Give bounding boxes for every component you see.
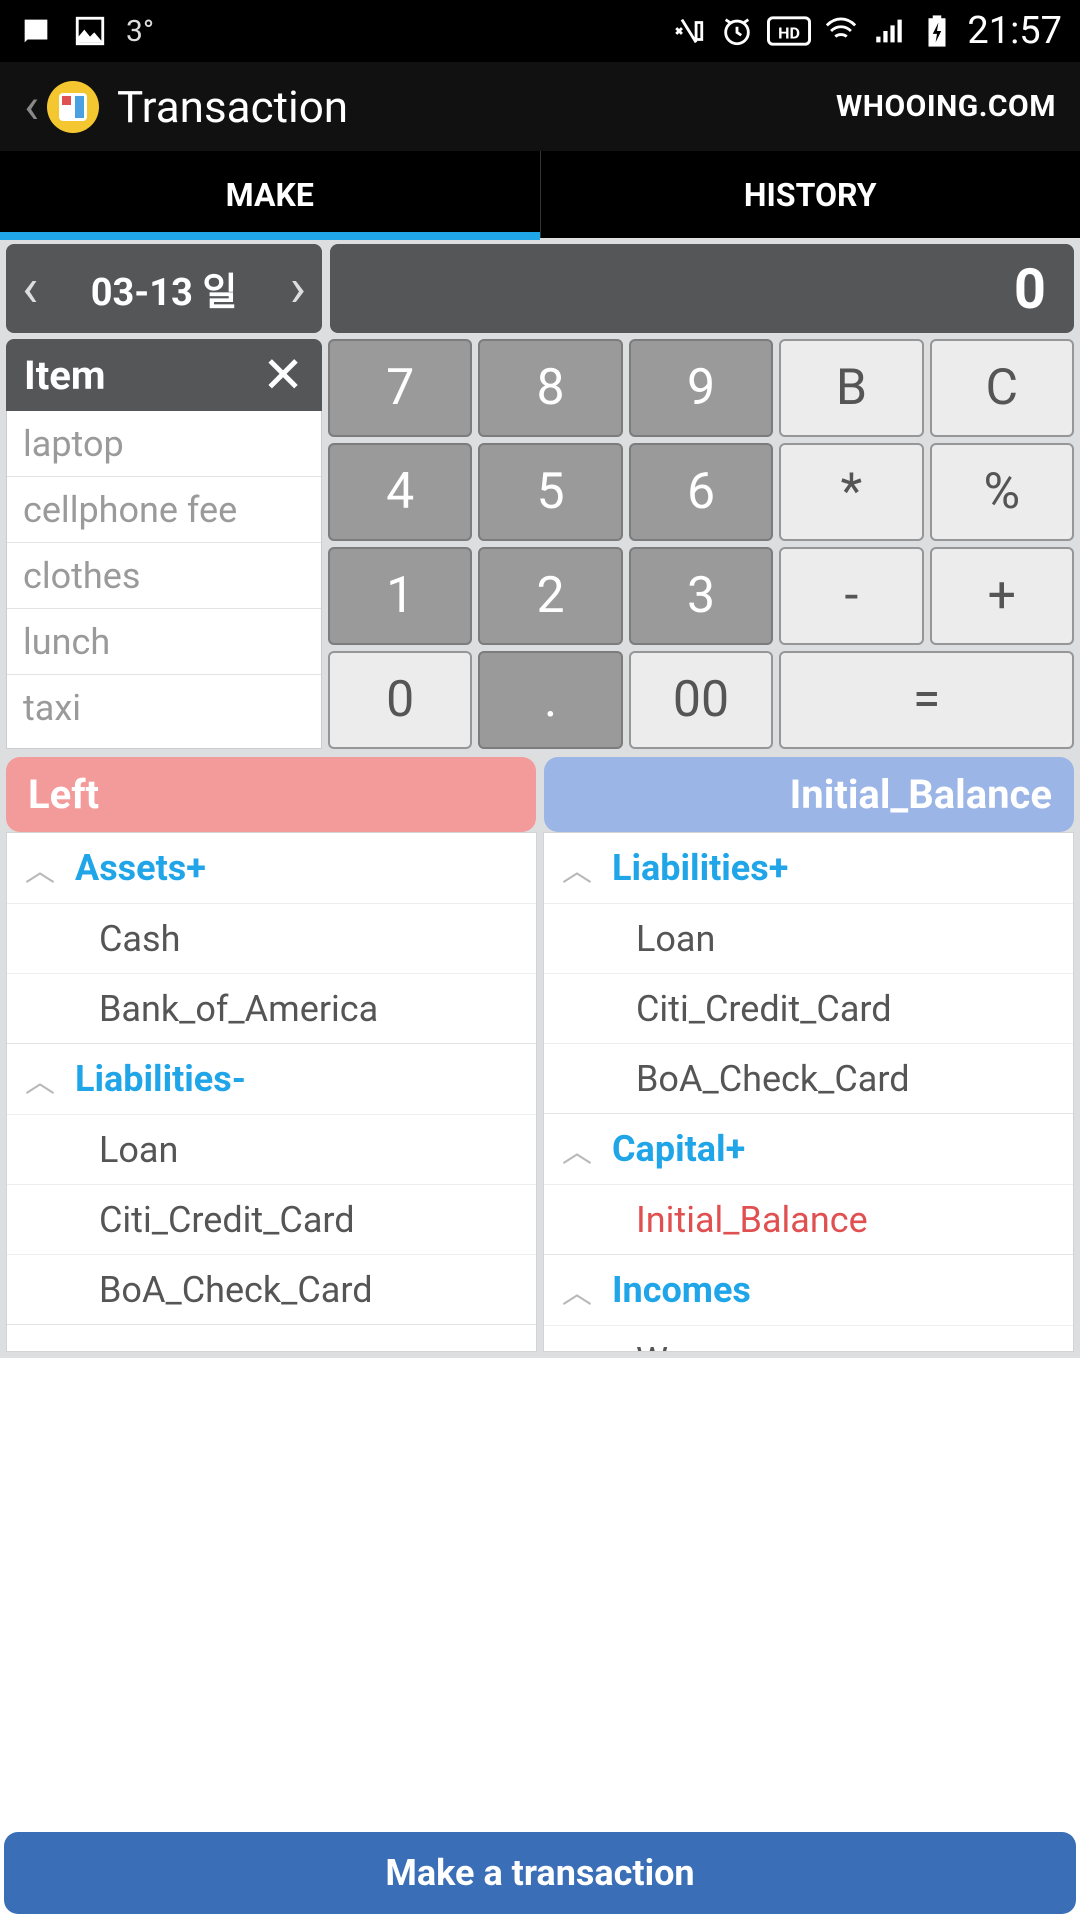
category-group-label: Incomes bbox=[612, 1269, 751, 1311]
key-5[interactable]: 5 bbox=[478, 443, 622, 541]
app-header: ‹ Transaction WHOOING.COM bbox=[0, 62, 1080, 151]
category-item[interactable]: Loan bbox=[7, 1114, 536, 1184]
wifi-icon bbox=[823, 13, 859, 49]
category-group-header[interactable]: ︿ Liabilities+ bbox=[544, 833, 1073, 903]
battery-charging-icon bbox=[919, 13, 955, 49]
page-title: Transaction bbox=[117, 81, 348, 133]
right-accounts-list[interactable]: ︿ Liabilities+ LoanCiti_Credit_CardBoA_Che… bbox=[543, 832, 1074, 1352]
key-0[interactable]: 0 bbox=[328, 651, 472, 749]
item-label: Item bbox=[24, 352, 105, 399]
key-multiply[interactable]: * bbox=[779, 443, 923, 541]
category-group-label: Capital+ bbox=[612, 1128, 745, 1170]
svg-text:HD: HD bbox=[778, 23, 800, 42]
key-clear[interactable]: C bbox=[930, 339, 1074, 437]
right-account-label: Initial_Balance bbox=[790, 771, 1052, 818]
chevron-up-icon: ︿ bbox=[562, 1268, 592, 1312]
category-group-header[interactable]: ︿ Assets+ bbox=[7, 833, 536, 903]
chevron-up-icon: ︿ bbox=[25, 1057, 55, 1101]
key-8[interactable]: 8 bbox=[478, 339, 622, 437]
category-item[interactable]: Wages bbox=[544, 1325, 1073, 1352]
category-group-header[interactable]: ︿ Capital+ bbox=[544, 1114, 1073, 1184]
category-group-header[interactable]: ︿ Liabilities- bbox=[7, 1044, 536, 1114]
list-item[interactable]: lunch bbox=[7, 609, 321, 675]
tab-make-label: MAKE bbox=[226, 176, 314, 214]
tabs: MAKE HISTORY bbox=[0, 151, 1080, 238]
key-00[interactable]: 00 bbox=[629, 651, 773, 749]
category-group-header[interactable]: ︿ Incomes bbox=[544, 1255, 1073, 1325]
amount-display[interactable]: 0 bbox=[330, 244, 1074, 333]
category-item[interactable]: Cash bbox=[7, 903, 536, 973]
category-item[interactable]: Citi_Credit_Card bbox=[544, 973, 1073, 1043]
category-item[interactable]: Bank_of_America bbox=[7, 973, 536, 1043]
close-icon[interactable]: ✕ bbox=[262, 346, 304, 405]
key-2[interactable]: 2 bbox=[478, 547, 622, 645]
right-account-button[interactable]: Initial_Balance bbox=[544, 757, 1074, 832]
make-transaction-button[interactable]: Make a transaction bbox=[4, 1832, 1076, 1914]
category-item[interactable]: Loan bbox=[544, 903, 1073, 973]
back-icon[interactable]: ‹ bbox=[24, 78, 39, 136]
hd-icon: HD bbox=[767, 13, 811, 49]
list-item[interactable]: laptop bbox=[7, 411, 321, 477]
signal-icon bbox=[871, 13, 907, 49]
prev-day-icon[interactable]: ‹ bbox=[16, 257, 44, 320]
vibrate-icon bbox=[671, 13, 707, 49]
item-header[interactable]: Item ✕ bbox=[6, 339, 322, 411]
key-percent[interactable]: % bbox=[930, 443, 1074, 541]
status-bar: 3° HD 21:57 bbox=[0, 0, 1080, 62]
brand-label: WHOOING.COM bbox=[836, 89, 1056, 124]
key-7[interactable]: 7 bbox=[328, 339, 472, 437]
list-item[interactable]: clothes bbox=[7, 543, 321, 609]
next-day-icon[interactable]: › bbox=[284, 257, 312, 320]
key-plus[interactable]: + bbox=[930, 547, 1074, 645]
tab-history-label: HISTORY bbox=[744, 176, 877, 214]
left-account-button[interactable]: Left bbox=[6, 757, 536, 832]
date-label: 03-13 일 bbox=[91, 261, 238, 316]
category-group-label: Assets+ bbox=[75, 847, 206, 889]
key-4[interactable]: 4 bbox=[328, 443, 472, 541]
keypad: 7 8 9 B C 4 5 6 * % 1 2 3 - + 0 . 00 = bbox=[328, 339, 1074, 749]
image-icon bbox=[72, 13, 108, 49]
alarm-icon bbox=[719, 13, 755, 49]
key-6[interactable]: 6 bbox=[629, 443, 773, 541]
key-dot[interactable]: . bbox=[478, 651, 622, 749]
make-transaction-label: Make a transaction bbox=[385, 1852, 694, 1894]
left-accounts-list[interactable]: ︿ Assets+ CashBank_of_America ︿ Liabilities-… bbox=[6, 832, 537, 1352]
app-logo-icon bbox=[47, 81, 99, 133]
list-item[interactable]: cellphone fee bbox=[7, 477, 321, 543]
app-indicator-icon bbox=[18, 13, 54, 49]
chevron-up-icon: ︿ bbox=[25, 846, 55, 890]
list-item[interactable]: taxi bbox=[7, 675, 321, 741]
chevron-up-icon: ︿ bbox=[562, 1127, 592, 1171]
category-item[interactable]: Citi_Credit_Card bbox=[7, 1184, 536, 1254]
key-minus[interactable]: - bbox=[779, 547, 923, 645]
key-backspace[interactable]: B bbox=[779, 339, 923, 437]
key-3[interactable]: 3 bbox=[629, 547, 773, 645]
category-group-label: Liabilities+ bbox=[612, 847, 788, 889]
item-suggestions: laptop cellphone fee clothes lunch taxi bbox=[6, 411, 322, 749]
category-item[interactable]: Initial_Balance bbox=[544, 1184, 1073, 1254]
category-group-label: Liabilities- bbox=[75, 1058, 246, 1100]
temperature: 3° bbox=[126, 14, 154, 49]
chevron-up-icon: ︿ bbox=[562, 846, 592, 890]
key-equals[interactable]: = bbox=[779, 651, 1074, 749]
category-item[interactable]: BoA_Check_Card bbox=[7, 1254, 536, 1324]
key-1[interactable]: 1 bbox=[328, 547, 472, 645]
key-9[interactable]: 9 bbox=[629, 339, 773, 437]
category-item[interactable]: BoA_Check_Card bbox=[544, 1043, 1073, 1113]
date-picker[interactable]: ‹ 03-13 일 › bbox=[6, 244, 322, 333]
clock: 21:57 bbox=[967, 9, 1062, 53]
tab-make[interactable]: MAKE bbox=[0, 151, 541, 238]
left-account-label: Left bbox=[28, 771, 99, 818]
tab-history[interactable]: HISTORY bbox=[541, 151, 1080, 238]
